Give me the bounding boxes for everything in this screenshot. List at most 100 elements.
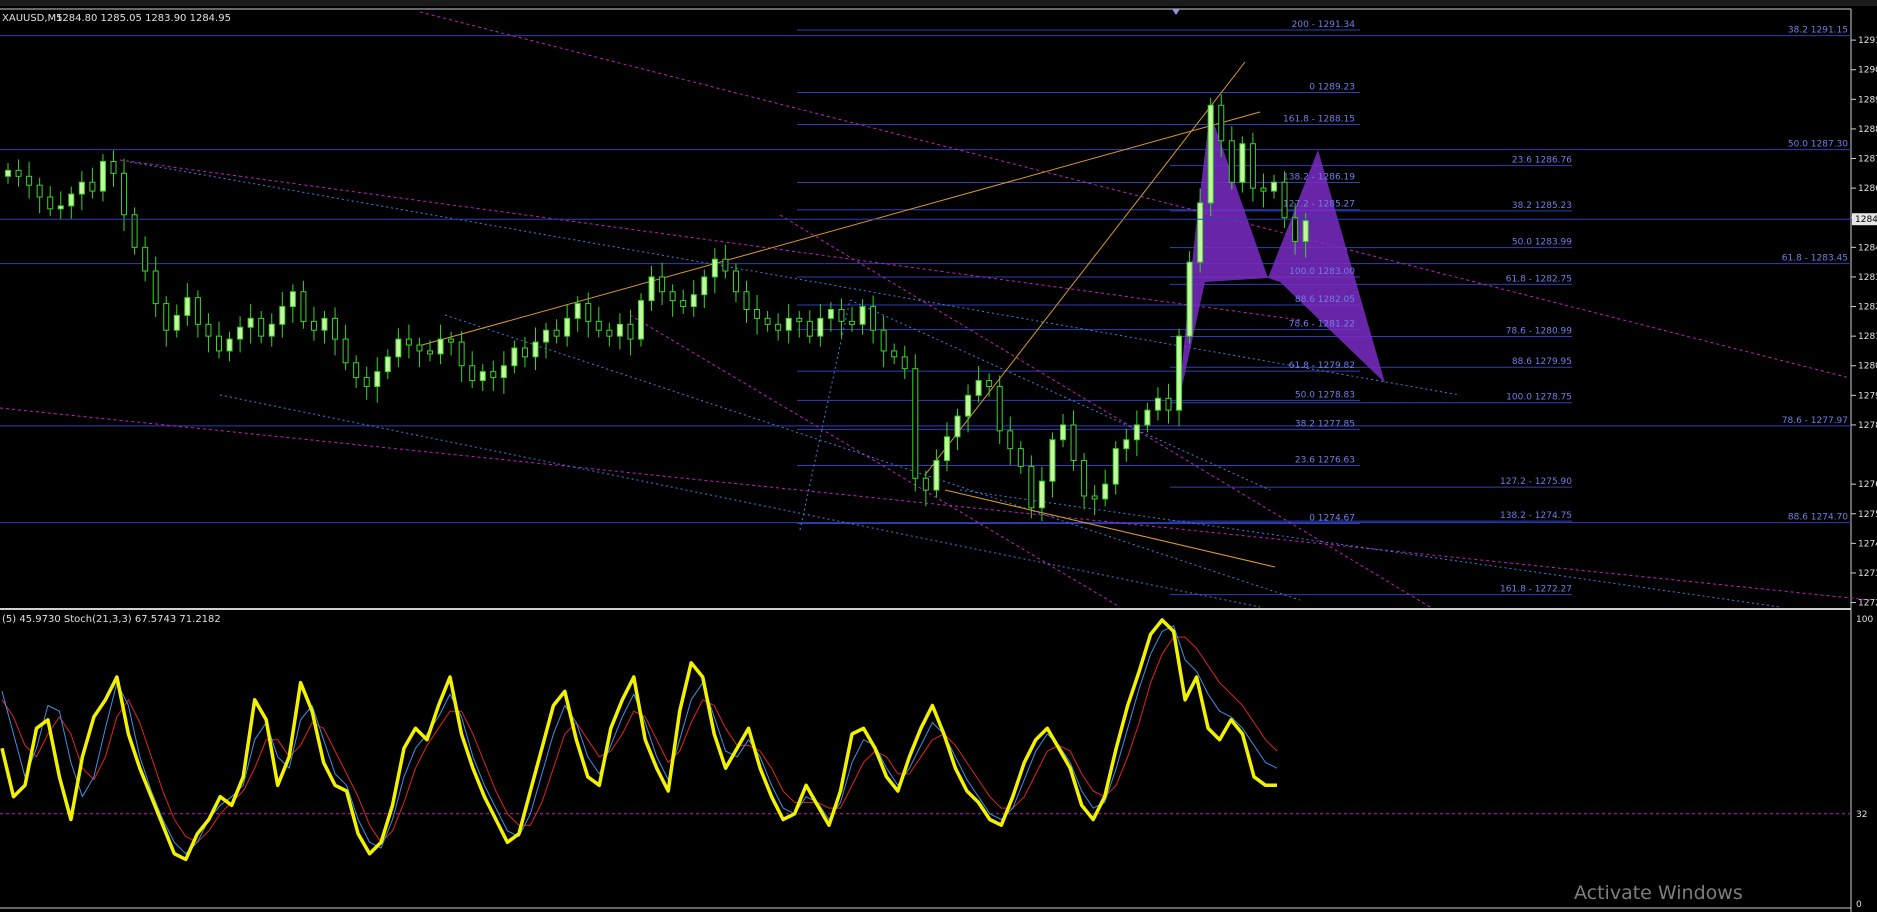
candle-body	[26, 175, 33, 186]
candle-body	[532, 341, 539, 358]
price-tick-label: 1289	[1858, 95, 1877, 105]
fib-level-label: 61.8 - 1282.75	[1506, 274, 1572, 284]
fib-level-label: 200 - 1291.34	[1292, 20, 1356, 30]
candle-body	[943, 436, 950, 461]
candle-body	[722, 258, 729, 272]
candle-body	[1260, 187, 1267, 192]
price-tick-label: 1284	[1858, 243, 1877, 253]
fib-level-label: 23.6 1286.76	[1512, 156, 1572, 166]
candle-body	[99, 160, 106, 192]
price-tick-label: 1286	[1858, 184, 1877, 194]
fib-level-label: 127.2 - 1275.90	[1500, 477, 1572, 487]
candle-body	[595, 320, 602, 331]
fib-level-label: 23.6 1276.63	[1295, 456, 1355, 466]
chart-canvas[interactable]: 200 - 1291.34 0 1289.23 161.8 - 1288.15 23.…	[0, 0, 1877, 912]
candle-body	[152, 270, 159, 305]
candle-body	[701, 276, 708, 296]
candle-body	[1176, 335, 1183, 411]
price-tick-label: 1275	[1858, 510, 1877, 520]
candle-body	[1218, 104, 1225, 142]
candle-body	[332, 317, 339, 340]
candle-body	[975, 380, 982, 396]
candle-body	[353, 362, 360, 379]
candle-body	[986, 380, 993, 387]
candle-body	[627, 323, 634, 340]
candle-body	[194, 297, 201, 325]
candle-body	[1028, 465, 1035, 509]
fib-level-label: 78.6 - 1280.99	[1506, 326, 1572, 336]
candle-body	[806, 320, 813, 337]
candle-body	[416, 344, 423, 352]
candle-body	[775, 323, 782, 331]
price-tick-label: 1290	[1858, 66, 1877, 76]
candle-body	[1049, 439, 1056, 482]
candle-body	[912, 368, 919, 479]
candle-body	[585, 303, 592, 322]
candle-body	[237, 326, 244, 340]
fib-level-label: 127.2 - 1285.27	[1283, 200, 1355, 210]
candle-body	[5, 169, 11, 177]
stoch-tick-label: 100	[1856, 615, 1873, 625]
candle-body	[732, 270, 739, 293]
candle-body	[1081, 459, 1088, 497]
candle-body	[247, 317, 254, 328]
candle-body	[616, 323, 623, 337]
candle-body	[764, 317, 771, 325]
candle-body	[1207, 104, 1214, 204]
candle-body	[78, 181, 85, 195]
candle-body	[36, 184, 43, 198]
candle-body	[448, 338, 455, 343]
candle-body	[258, 317, 265, 337]
fib-level-label-right: 61.8 - 1283.45	[1782, 254, 1848, 264]
candle-body	[310, 320, 317, 331]
candle-body	[1144, 409, 1151, 426]
candle-body	[1123, 439, 1130, 450]
candle-body	[659, 276, 666, 293]
fib-level-label-right: 88.6 1274.70	[1788, 513, 1848, 523]
candle-body	[648, 276, 655, 302]
fib-level-label: 88.6 1279.95	[1512, 357, 1572, 367]
candle-body	[1060, 424, 1066, 441]
candle-body	[121, 172, 128, 216]
candle-body	[754, 309, 761, 319]
ohlc-label: 1284.80 1285.05 1283.90 1284.95	[56, 13, 231, 24]
candle-body	[47, 196, 54, 210]
candle-body	[680, 300, 687, 308]
candle-body	[870, 306, 877, 331]
candle-body	[1249, 143, 1256, 189]
fib-level-label: 0 1289.23	[1309, 83, 1355, 93]
fib-level-label: 50.0 1283.99	[1512, 238, 1572, 248]
candle-body	[849, 320, 855, 325]
candle-body	[110, 160, 117, 174]
candle-body	[384, 356, 391, 373]
price-tick-label: 1281	[1858, 332, 1877, 342]
candle-body	[838, 309, 845, 322]
candle-body	[1302, 220, 1309, 242]
candle-body	[216, 335, 222, 352]
candle-body	[1165, 397, 1172, 411]
price-tick-label: 1273	[1858, 569, 1877, 579]
current-price-label: 1284	[1855, 215, 1877, 225]
candle-body	[891, 350, 898, 358]
candle-body	[1038, 480, 1045, 509]
candle-body	[427, 350, 433, 355]
candle-body	[1271, 181, 1277, 192]
price-tick-label: 1272	[1858, 599, 1877, 609]
top-toolbar-strip	[0, 0, 1877, 6]
candle-body	[901, 356, 908, 370]
candle-body	[89, 181, 96, 192]
candle-body	[57, 205, 64, 210]
fib-level-label: 38.2 1285.23	[1512, 201, 1572, 211]
candle-body	[268, 323, 275, 337]
candle-body	[1239, 143, 1246, 183]
candle-body	[363, 377, 370, 387]
candle-body	[553, 329, 560, 337]
fib-level-label: 138.2 - 1274.75	[1500, 511, 1572, 521]
candle-body	[1292, 217, 1299, 242]
candle-body	[279, 306, 286, 325]
price-tick-label: 1278	[1858, 421, 1877, 431]
price-tick-label: 1282	[1858, 303, 1877, 313]
fib-level-label: 61.8 - 1279.82	[1289, 361, 1355, 371]
fib-level-label: 100.0 1278.75	[1506, 393, 1572, 403]
candle-body	[922, 477, 929, 491]
